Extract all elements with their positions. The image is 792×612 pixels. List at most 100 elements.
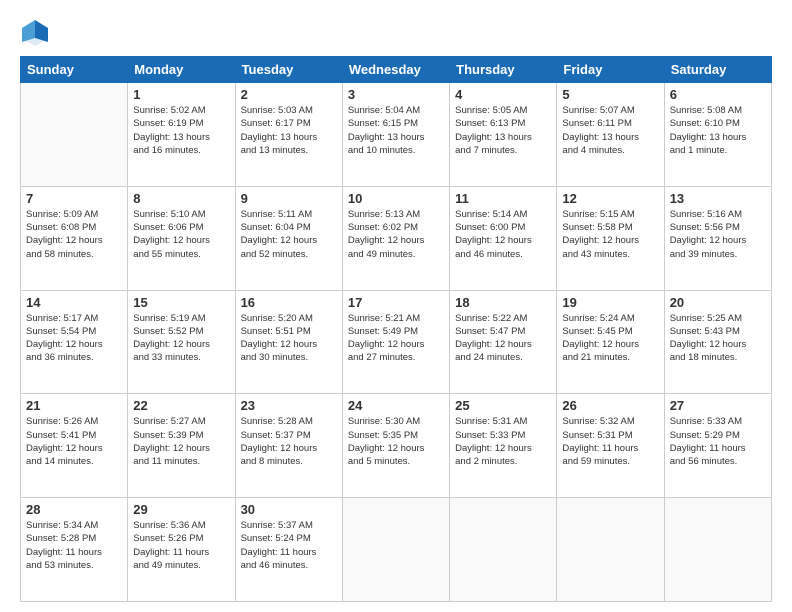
day-header-monday: Monday — [128, 57, 235, 83]
day-info: Sunrise: 5:15 AM Sunset: 5:58 PM Dayligh… — [562, 208, 658, 261]
calendar-cell: 13 Sunrise: 5:16 AM Sunset: 5:56 PM Dayli… — [664, 186, 771, 290]
calendar-cell: 4Sunrise: 5:05 AM Sunset: 6:13 PM Daylig… — [450, 83, 557, 187]
day-number: 29 — [133, 502, 229, 517]
calendar-cell: 19Sunrise: 5:24 AM Sunset: 5:45 PM Dayli… — [557, 290, 664, 394]
day-number: 18 — [455, 295, 551, 310]
calendar-cell: 27 Sunrise: 5:33 AM Sunset: 5:29 PM Dayli… — [664, 394, 771, 498]
day-info: Sunrise: 5:16 AM Sunset: 5:56 PM Dayligh… — [670, 208, 766, 261]
day-number: 28 — [26, 502, 122, 517]
week-row-3: 21Sunrise: 5:26 AM Sunset: 5:41 PM Dayli… — [21, 394, 772, 498]
day-info: Sunrise: 5:14 AM Sunset: 6:00 PM Dayligh… — [455, 208, 551, 261]
calendar-cell: 14 Sunrise: 5:17 AM Sunset: 5:54 PM Dayli… — [21, 290, 128, 394]
calendar-cell: 29 Sunrise: 5:36 AM Sunset: 5:26 PM Dayli… — [128, 498, 235, 602]
day-number: 4 — [455, 87, 551, 102]
day-info: Sunrise: 5:34 AM Sunset: 5:28 PM Dayligh… — [26, 519, 122, 572]
header-row: SundayMondayTuesdayWednesdayThursdayFrid… — [21, 57, 772, 83]
logo — [20, 18, 54, 48]
day-number: 24 — [348, 398, 444, 413]
day-info: Sunrise: 5:20 AM Sunset: 5:51 PM Dayligh… — [241, 312, 337, 365]
day-number: 9 — [241, 191, 337, 206]
calendar-cell: 8 Sunrise: 5:10 AM Sunset: 6:06 PM Daylig… — [128, 186, 235, 290]
calendar-cell: 11 Sunrise: 5:14 AM Sunset: 6:00 PM Dayli… — [450, 186, 557, 290]
day-number: 6 — [670, 87, 766, 102]
day-header-tuesday: Tuesday — [235, 57, 342, 83]
day-info: Sunrise: 5:13 AM Sunset: 6:02 PM Dayligh… — [348, 208, 444, 261]
day-number: 27 — [670, 398, 766, 413]
day-number: 12 — [562, 191, 658, 206]
calendar-cell — [21, 83, 128, 187]
day-info: Sunrise: 5:19 AM Sunset: 5:52 PM Dayligh… — [133, 312, 229, 365]
day-info: Sunrise: 5:28 AM Sunset: 5:37 PM Dayligh… — [241, 415, 337, 468]
calendar-cell: 9 Sunrise: 5:11 AM Sunset: 6:04 PM Daylig… — [235, 186, 342, 290]
calendar-cell: 22 Sunrise: 5:27 AM Sunset: 5:39 PM Dayli… — [128, 394, 235, 498]
calendar-cell: 23Sunrise: 5:28 AM Sunset: 5:37 PM Dayli… — [235, 394, 342, 498]
calendar-cell: 5Sunrise: 5:07 AM Sunset: 6:11 PM Daylig… — [557, 83, 664, 187]
header — [20, 18, 772, 48]
day-info: Sunrise: 5:10 AM Sunset: 6:06 PM Dayligh… — [133, 208, 229, 261]
day-number: 17 — [348, 295, 444, 310]
week-row-2: 14 Sunrise: 5:17 AM Sunset: 5:54 PM Dayli… — [21, 290, 772, 394]
calendar-cell: 20Sunrise: 5:25 AM Sunset: 5:43 PM Dayli… — [664, 290, 771, 394]
week-row-4: 28 Sunrise: 5:34 AM Sunset: 5:28 PM Dayli… — [21, 498, 772, 602]
day-info: Sunrise: 5:33 AM Sunset: 5:29 PM Dayligh… — [670, 415, 766, 468]
day-info: Sunrise: 5:07 AM Sunset: 6:11 PM Dayligh… — [562, 104, 658, 157]
day-info: Sunrise: 5:08 AM Sunset: 6:10 PM Dayligh… — [670, 104, 766, 157]
day-number: 13 — [670, 191, 766, 206]
day-header-friday: Friday — [557, 57, 664, 83]
day-number: 2 — [241, 87, 337, 102]
day-info: Sunrise: 5:03 AM Sunset: 6:17 PM Dayligh… — [241, 104, 337, 157]
day-info: Sunrise: 5:22 AM Sunset: 5:47 PM Dayligh… — [455, 312, 551, 365]
calendar-cell: 16 Sunrise: 5:20 AM Sunset: 5:51 PM Dayli… — [235, 290, 342, 394]
day-number: 7 — [26, 191, 122, 206]
day-number: 3 — [348, 87, 444, 102]
day-info: Sunrise: 5:17 AM Sunset: 5:54 PM Dayligh… — [26, 312, 122, 365]
calendar: SundayMondayTuesdayWednesdayThursdayFrid… — [20, 56, 772, 602]
day-info: Sunrise: 5:36 AM Sunset: 5:26 PM Dayligh… — [133, 519, 229, 572]
day-number: 14 — [26, 295, 122, 310]
page: SundayMondayTuesdayWednesdayThursdayFrid… — [0, 0, 792, 612]
day-number: 1 — [133, 87, 229, 102]
calendar-cell — [664, 498, 771, 602]
day-info: Sunrise: 5:30 AM Sunset: 5:35 PM Dayligh… — [348, 415, 444, 468]
day-number: 21 — [26, 398, 122, 413]
calendar-cell: 26Sunrise: 5:32 AM Sunset: 5:31 PM Dayli… — [557, 394, 664, 498]
calendar-cell: 28 Sunrise: 5:34 AM Sunset: 5:28 PM Dayli… — [21, 498, 128, 602]
day-info: Sunrise: 5:37 AM Sunset: 5:24 PM Dayligh… — [241, 519, 337, 572]
calendar-cell: 17Sunrise: 5:21 AM Sunset: 5:49 PM Dayli… — [342, 290, 449, 394]
calendar-cell: 12 Sunrise: 5:15 AM Sunset: 5:58 PM Dayli… — [557, 186, 664, 290]
calendar-cell — [342, 498, 449, 602]
day-header-saturday: Saturday — [664, 57, 771, 83]
day-info: Sunrise: 5:32 AM Sunset: 5:31 PM Dayligh… — [562, 415, 658, 468]
calendar-cell: 24 Sunrise: 5:30 AM Sunset: 5:35 PM Dayli… — [342, 394, 449, 498]
week-row-1: 7Sunrise: 5:09 AM Sunset: 6:08 PM Daylig… — [21, 186, 772, 290]
calendar-cell: 6 Sunrise: 5:08 AM Sunset: 6:10 PM Daylig… — [664, 83, 771, 187]
day-number: 20 — [670, 295, 766, 310]
calendar-cell: 2 Sunrise: 5:03 AM Sunset: 6:17 PM Daylig… — [235, 83, 342, 187]
day-number: 22 — [133, 398, 229, 413]
day-number: 30 — [241, 502, 337, 517]
day-info: Sunrise: 5:31 AM Sunset: 5:33 PM Dayligh… — [455, 415, 551, 468]
calendar-cell: 25 Sunrise: 5:31 AM Sunset: 5:33 PM Dayli… — [450, 394, 557, 498]
calendar-cell — [557, 498, 664, 602]
calendar-cell: 15 Sunrise: 5:19 AM Sunset: 5:52 PM Dayli… — [128, 290, 235, 394]
day-header-sunday: Sunday — [21, 57, 128, 83]
day-number: 16 — [241, 295, 337, 310]
day-number: 8 — [133, 191, 229, 206]
calendar-cell: 3 Sunrise: 5:04 AM Sunset: 6:15 PM Daylig… — [342, 83, 449, 187]
day-number: 25 — [455, 398, 551, 413]
day-info: Sunrise: 5:02 AM Sunset: 6:19 PM Dayligh… — [133, 104, 229, 157]
day-header-wednesday: Wednesday — [342, 57, 449, 83]
calendar-cell — [450, 498, 557, 602]
day-number: 15 — [133, 295, 229, 310]
day-number: 19 — [562, 295, 658, 310]
day-header-thursday: Thursday — [450, 57, 557, 83]
day-info: Sunrise: 5:11 AM Sunset: 6:04 PM Dayligh… — [241, 208, 337, 261]
calendar-cell: 7Sunrise: 5:09 AM Sunset: 6:08 PM Daylig… — [21, 186, 128, 290]
day-info: Sunrise: 5:04 AM Sunset: 6:15 PM Dayligh… — [348, 104, 444, 157]
calendar-cell: 1 Sunrise: 5:02 AM Sunset: 6:19 PM Daylig… — [128, 83, 235, 187]
day-number: 10 — [348, 191, 444, 206]
calendar-cell: 21Sunrise: 5:26 AM Sunset: 5:41 PM Dayli… — [21, 394, 128, 498]
day-number: 11 — [455, 191, 551, 206]
day-info: Sunrise: 5:27 AM Sunset: 5:39 PM Dayligh… — [133, 415, 229, 468]
calendar-cell: 18 Sunrise: 5:22 AM Sunset: 5:47 PM Dayli… — [450, 290, 557, 394]
